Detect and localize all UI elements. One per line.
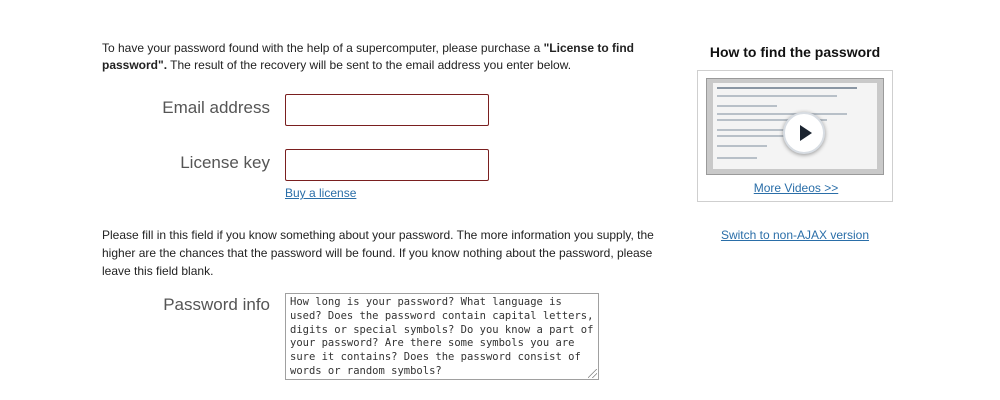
thumbnail-line: [717, 157, 757, 159]
resize-grip-icon[interactable]: [588, 369, 597, 378]
intro-text-end: The result of the recovery will be sent …: [167, 58, 572, 72]
buy-license-link[interactable]: Buy a license: [285, 186, 356, 200]
video-title: How to find the password: [709, 44, 881, 60]
video-panel: More Videos >>: [697, 70, 893, 202]
password-info-placeholder: How long is your password? What language…: [290, 296, 594, 377]
intro-text: To have your password found with the hel…: [102, 40, 662, 74]
password-info-help: Please fill in this field if you know so…: [102, 228, 654, 278]
password-info-label: Password info: [163, 295, 270, 314]
thumbnail-line: [717, 113, 847, 115]
video-thumbnail[interactable]: [706, 78, 884, 175]
thumbnail-line: [717, 105, 777, 107]
thumbnail-line: [717, 95, 837, 97]
thumbnail-line: [717, 145, 767, 147]
license-key-field[interactable]: [285, 149, 489, 181]
email-label: Email address: [162, 98, 270, 117]
thumbnail-line: [717, 87, 857, 89]
switch-non-ajax-link[interactable]: Switch to non-AJAX version: [697, 228, 893, 242]
password-info-textarea[interactable]: How long is your password? What language…: [285, 293, 599, 380]
play-icon[interactable]: [783, 112, 825, 154]
license-key-label: License key: [180, 153, 270, 172]
intro-text-start: To have your password found with the hel…: [102, 41, 544, 55]
email-field[interactable]: [285, 94, 489, 126]
more-videos-link[interactable]: More Videos >>: [698, 181, 894, 195]
